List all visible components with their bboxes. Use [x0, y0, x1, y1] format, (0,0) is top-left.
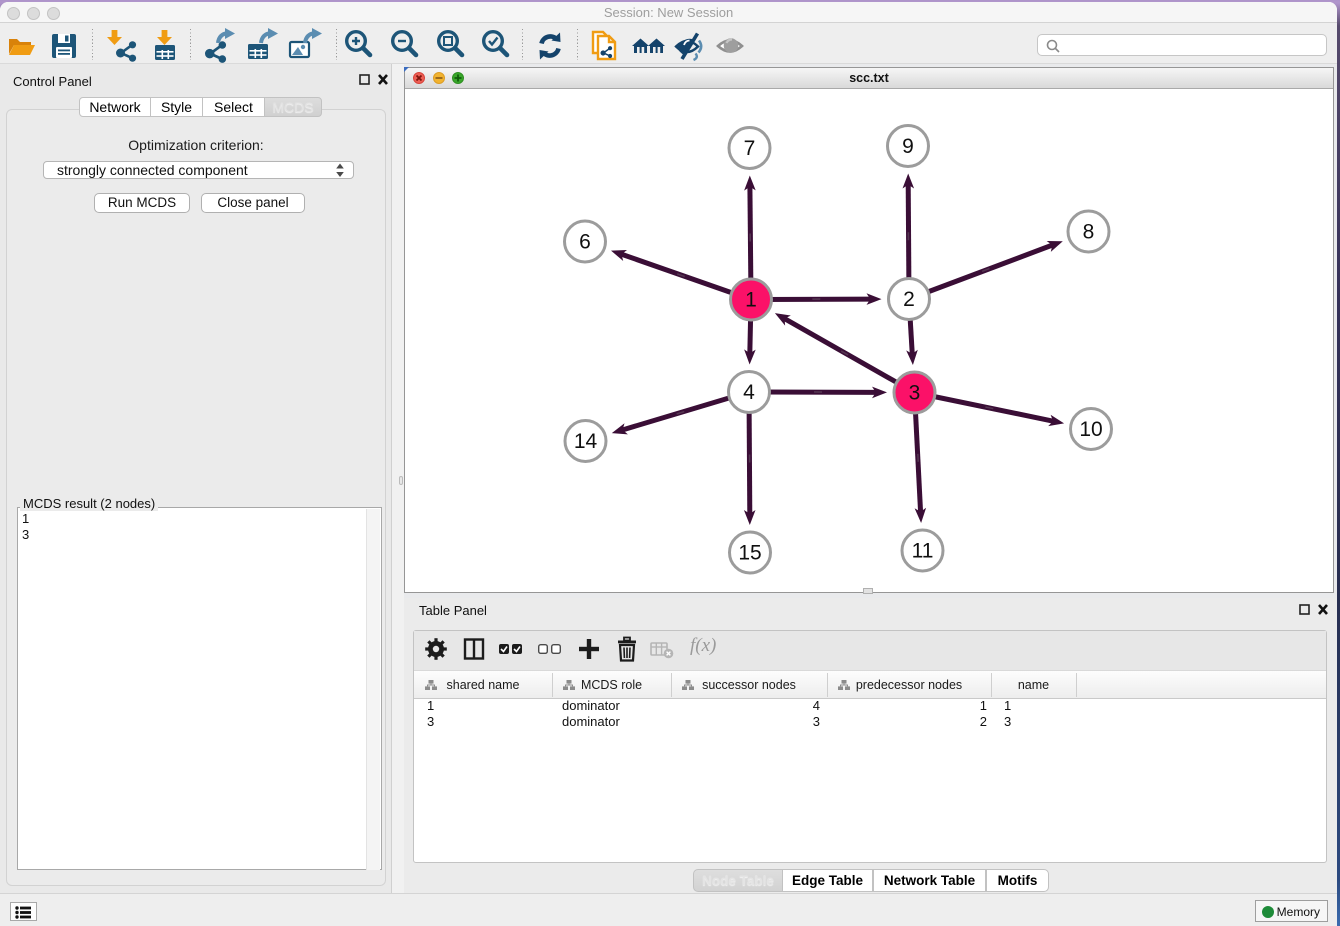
- svg-text:6: 6: [579, 231, 591, 254]
- svg-text:2: 2: [903, 288, 915, 311]
- svg-text:9: 9: [902, 135, 914, 158]
- svg-text:14: 14: [574, 430, 598, 453]
- svg-text:1: 1: [745, 289, 757, 312]
- svg-text:7: 7: [744, 137, 756, 160]
- svg-text:4: 4: [743, 381, 755, 404]
- svg-text:10: 10: [1079, 418, 1102, 441]
- svg-text:11: 11: [912, 540, 934, 563]
- svg-text:15: 15: [738, 542, 761, 565]
- svg-text:8: 8: [1083, 221, 1095, 244]
- svg-text:3: 3: [909, 382, 921, 405]
